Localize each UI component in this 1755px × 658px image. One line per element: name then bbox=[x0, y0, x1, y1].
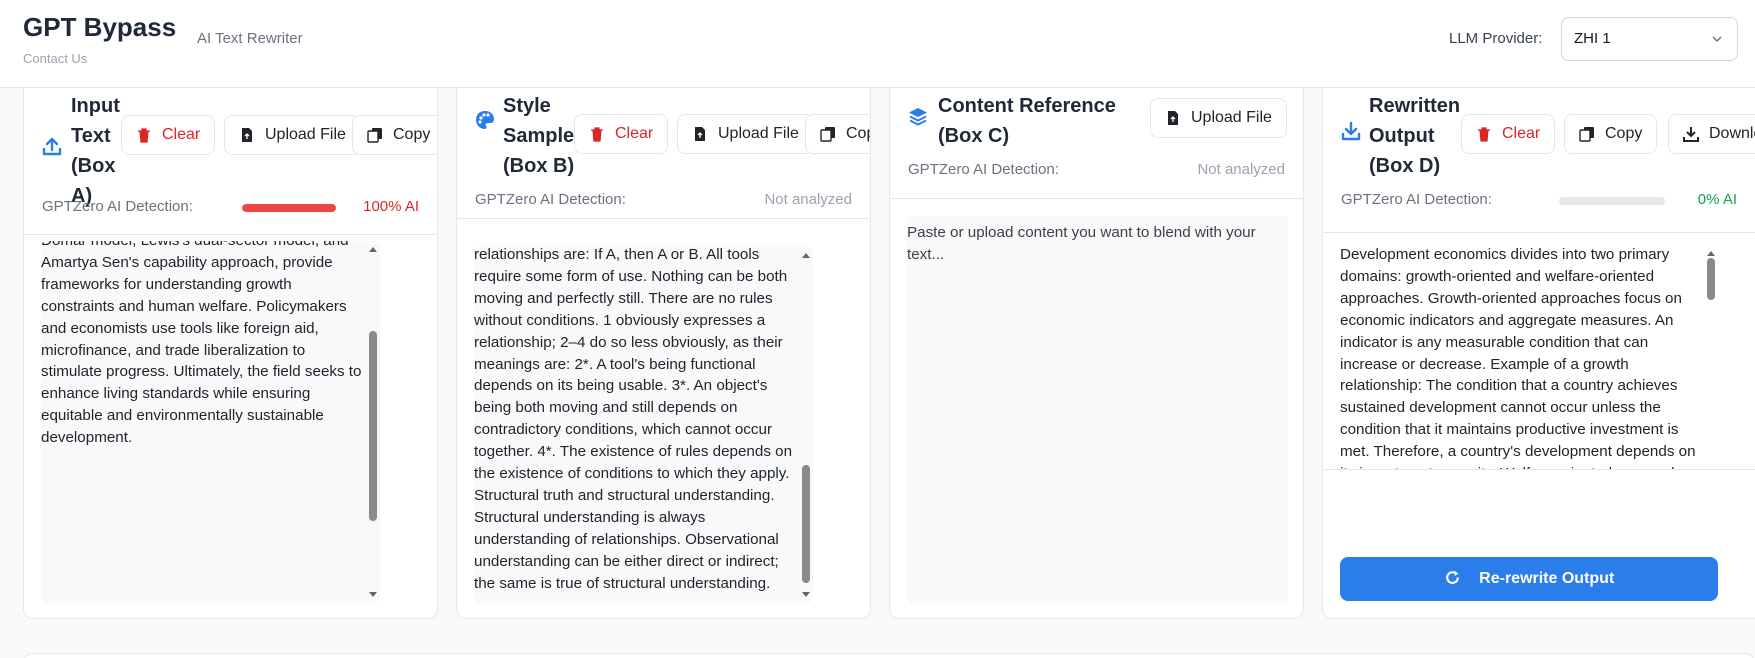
ai-detection-value: Not analyzed bbox=[1197, 161, 1285, 178]
copy-button[interactable]: Copy bbox=[805, 114, 870, 154]
palette-icon bbox=[476, 111, 494, 129]
input-text-panel: Input Text (Box A) Clear Upload File Copy G… bbox=[23, 88, 438, 619]
upload-file-button[interactable]: Upload File bbox=[224, 115, 361, 155]
brand-subtitle: AI Text Rewriter bbox=[197, 30, 303, 47]
content-reference-textarea[interactable]: Paste or upload content you want to blen… bbox=[907, 216, 1288, 603]
ai-detection-row: GPTZero AI Detection: Not analyzed bbox=[908, 161, 1285, 183]
scrollbar[interactable] bbox=[799, 247, 813, 603]
content-reference-panel: Content Reference (Box C) Upload File GPT… bbox=[889, 88, 1304, 619]
copy-button[interactable]: Copy bbox=[352, 115, 437, 155]
layers-icon bbox=[909, 108, 927, 126]
ai-detection-value: 100% AI bbox=[363, 198, 419, 215]
contact-link[interactable]: Contact Us bbox=[23, 51, 87, 66]
ai-detection-row: GPTZero AI Detection: 0% AI bbox=[1341, 191, 1737, 213]
copy-icon bbox=[367, 128, 382, 143]
download-icon bbox=[1683, 127, 1699, 142]
app-header: GPT Bypass AI Text Rewriter Contact Us L… bbox=[0, 0, 1755, 88]
copy-icon bbox=[820, 127, 835, 142]
panel-b-title: Style Sample (Box B) bbox=[503, 95, 575, 177]
upload-file-button[interactable]: Upload File bbox=[677, 114, 814, 154]
ai-detection-bar bbox=[1559, 197, 1665, 205]
ai-detection-value: Not analyzed bbox=[764, 191, 852, 208]
input-textarea[interactable]: Development economics is a branch of eco… bbox=[41, 241, 380, 603]
panel-a-title: Input Text (Box A) bbox=[71, 95, 120, 207]
ai-detection-bar bbox=[242, 204, 336, 212]
clear-button[interactable]: Clear bbox=[121, 115, 216, 155]
ai-detection-row: GPTZero AI Detection: Not analyzed bbox=[475, 191, 852, 213]
ai-detection-value: 0% AI bbox=[1697, 191, 1737, 208]
chevron-down-icon bbox=[1712, 36, 1722, 43]
provider-value: ZHI 1 bbox=[1574, 30, 1611, 47]
bottom-panel bbox=[23, 653, 1755, 658]
trash-icon bbox=[591, 127, 603, 142]
ai-detection-label: GPTZero AI Detection: bbox=[908, 161, 1059, 178]
download-icon bbox=[1341, 121, 1361, 141]
panel-d-title: Rewritten Output (Box D) bbox=[1369, 95, 1461, 177]
file-upload-icon bbox=[242, 128, 252, 142]
re-rewrite-button[interactable]: Re-rewrite Output bbox=[1340, 557, 1718, 601]
style-sample-panel: StyleSample(Box B) Clear Upload File Cop… bbox=[456, 88, 871, 619]
clear-button[interactable]: Clear bbox=[1461, 114, 1556, 154]
refresh-icon bbox=[1445, 570, 1459, 584]
copy-button[interactable]: Copy bbox=[1564, 114, 1658, 154]
ai-detection-label: GPTZero AI Detection: bbox=[475, 191, 626, 208]
scrollbar[interactable] bbox=[366, 241, 380, 603]
upload-icon bbox=[42, 137, 62, 156]
trash-icon bbox=[138, 128, 150, 143]
panel-c-title: Content Reference (Box C) bbox=[938, 95, 1116, 147]
file-upload-icon bbox=[695, 127, 705, 141]
copy-icon bbox=[1579, 127, 1594, 142]
trash-icon bbox=[1478, 127, 1490, 142]
brand-title: GPT Bypass bbox=[23, 12, 177, 42]
ai-detection-row: GPTZero AI Detection: 100% AI bbox=[42, 198, 419, 220]
ai-detection-label: GPTZero AI Detection: bbox=[42, 198, 193, 215]
provider-label: LLM Provider: bbox=[1449, 30, 1543, 47]
file-upload-icon bbox=[1168, 111, 1178, 125]
scrollbar[interactable] bbox=[1704, 245, 1718, 495]
provider-select[interactable]: ZHI 1 bbox=[1561, 17, 1738, 61]
clear-button[interactable]: Clear bbox=[574, 114, 669, 154]
download-button[interactable]: Download bbox=[1668, 114, 1755, 154]
style-sample-textarea[interactable]: relationships are: If A, then A or B. Al… bbox=[474, 247, 813, 603]
rewritten-output-panel: RewrittenOutput(Box D) Clear Copy Downlo… bbox=[1322, 88, 1755, 619]
upload-file-button[interactable]: Upload File bbox=[1150, 98, 1287, 138]
ai-detection-label: GPTZero AI Detection: bbox=[1341, 191, 1492, 208]
